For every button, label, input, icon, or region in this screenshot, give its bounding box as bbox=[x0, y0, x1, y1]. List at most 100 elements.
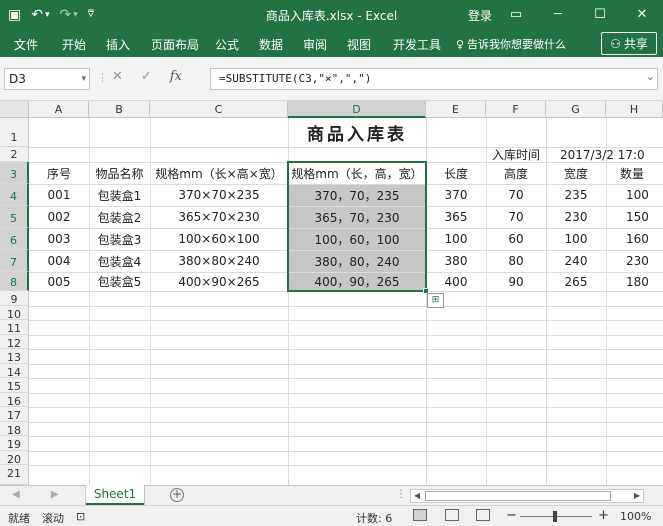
tab-home[interactable]: 开始 bbox=[62, 36, 86, 53]
sheet-tab-bar: ◀ ▶ Sheet1 + ⋮ ◀ ▶ bbox=[0, 485, 663, 505]
quick-analysis-icon[interactable]: ⊞ bbox=[427, 293, 444, 308]
column-header-e[interactable]: E bbox=[426, 101, 486, 118]
tab-splitter-icon[interactable]: ⋮ bbox=[396, 489, 406, 500]
undo-dropdown-icon[interactable]: ▾ bbox=[45, 6, 50, 24]
table-cell: 230 bbox=[564, 210, 588, 224]
ribbon-display-options-icon[interactable]: ▭ bbox=[495, 0, 537, 30]
minimize-icon[interactable]: ─ bbox=[537, 0, 579, 30]
tab-insert[interactable]: 插入 bbox=[106, 36, 130, 53]
row-header-7[interactable]: 7 bbox=[0, 250, 29, 272]
table-cell: 160 bbox=[626, 232, 649, 246]
share-label: 共享 bbox=[623, 37, 648, 51]
tab-page-layout[interactable]: 页面布局 bbox=[151, 36, 199, 53]
add-sheet-icon[interactable]: + bbox=[170, 488, 184, 502]
table-cell: 380×80×240 bbox=[178, 254, 260, 268]
undo-icon[interactable]: ↶ bbox=[31, 6, 43, 24]
redo-dropdown-icon[interactable]: ▾ bbox=[73, 6, 78, 24]
tell-me-box[interactable]: ♀ 告诉我你想要做什么 bbox=[456, 36, 566, 52]
customize-toolbar-icon[interactable]: ⩢ bbox=[88, 6, 94, 24]
chevron-left-icon[interactable]: ◀ bbox=[12, 489, 34, 500]
tab-review[interactable]: 审阅 bbox=[303, 36, 327, 53]
worksheet-grid[interactable]: A B C D E F G H 1 2 3 4 5 6 7 8 9 10 11 … bbox=[0, 101, 663, 485]
column-header-g[interactable]: G bbox=[546, 101, 606, 118]
tab-data[interactable]: 数据 bbox=[259, 36, 283, 53]
person-icon: ⚇ bbox=[610, 36, 621, 51]
table-cell: 365×70×230 bbox=[178, 210, 260, 224]
row-header-4[interactable]: 4 bbox=[0, 184, 29, 206]
row-header-5[interactable]: 5 bbox=[0, 206, 29, 228]
column-header-h[interactable]: H bbox=[606, 101, 663, 118]
page-break-view-icon[interactable] bbox=[476, 509, 490, 521]
row-header-12[interactable]: 12 bbox=[0, 335, 29, 350]
header-cell: 长度 bbox=[443, 166, 468, 181]
row-header-16[interactable]: 16 bbox=[0, 393, 29, 408]
save-icon[interactable]: ▣ bbox=[8, 6, 21, 24]
share-button[interactable]: ⚇ 共享 bbox=[601, 32, 657, 55]
page-layout-view-icon[interactable] bbox=[445, 509, 459, 521]
selection-border bbox=[287, 161, 427, 292]
select-all-corner[interactable] bbox=[0, 101, 29, 118]
scroll-left-icon[interactable]: ◀ bbox=[414, 490, 420, 502]
row-header-15[interactable]: 15 bbox=[0, 378, 29, 393]
formula-bar-menu-icon[interactable]: ⋮ bbox=[97, 71, 108, 84]
row-header-13[interactable]: 13 bbox=[0, 349, 29, 364]
row-header-9[interactable]: 9 bbox=[0, 291, 29, 306]
column-header-f[interactable]: F bbox=[486, 101, 546, 118]
header-cell: 宽度 bbox=[563, 166, 588, 181]
row-header-14[interactable]: 14 bbox=[0, 364, 29, 379]
maximize-icon[interactable]: ☐ bbox=[579, 0, 621, 30]
column-header-d[interactable]: D bbox=[288, 101, 426, 118]
tab-view[interactable]: 视图 bbox=[347, 36, 371, 53]
row-header-20[interactable]: 20 bbox=[0, 451, 29, 466]
column-header-a[interactable]: A bbox=[29, 101, 89, 118]
table-cell: 180 bbox=[626, 274, 649, 289]
tab-file[interactable]: 文件 bbox=[14, 36, 38, 53]
column-header-c[interactable]: C bbox=[150, 101, 288, 118]
formula-input[interactable]: =SUBSTITUTE(C3,"×",",") bbox=[210, 68, 658, 90]
scroll-thumb[interactable] bbox=[425, 491, 611, 501]
zoom-slider-thumb[interactable] bbox=[553, 511, 557, 522]
header-cell: 高度 bbox=[503, 166, 528, 181]
row-header-2[interactable]: 2 bbox=[0, 147, 29, 162]
scroll-right-icon[interactable]: ▶ bbox=[634, 490, 640, 502]
table-cell: 365 bbox=[444, 210, 468, 224]
redo-icon[interactable]: ↷ bbox=[60, 6, 72, 24]
cancel-icon[interactable]: ✕ bbox=[112, 69, 123, 84]
zoom-level[interactable]: 100% bbox=[620, 510, 651, 523]
table-cell: 370×70×235 bbox=[178, 188, 260, 202]
row-header-3[interactable]: 3 bbox=[0, 162, 29, 184]
row-header-17[interactable]: 17 bbox=[0, 407, 29, 422]
row-header-18[interactable]: 18 bbox=[0, 422, 29, 437]
formula-bar: D3 ▾ ⋮ ✕ ✓ fx =SUBSTITUTE(C3,"×",",") ⌄ bbox=[0, 57, 663, 101]
table-cell: 90 bbox=[508, 274, 524, 289]
close-icon[interactable]: ✕ bbox=[621, 0, 663, 30]
login-link[interactable]: 登录 bbox=[468, 7, 492, 24]
row-header-8[interactable]: 8 bbox=[0, 272, 29, 291]
zoom-in-icon[interactable]: + bbox=[598, 508, 609, 523]
row-header-1[interactable]: 1 bbox=[0, 118, 29, 147]
row-header-19[interactable]: 19 bbox=[0, 436, 29, 451]
table-cell: 002 bbox=[47, 210, 71, 224]
insert-function-icon[interactable]: fx bbox=[170, 69, 182, 84]
row-header-6[interactable]: 6 bbox=[0, 228, 29, 250]
enter-icon[interactable]: ✓ bbox=[141, 69, 152, 84]
normal-view-icon[interactable] bbox=[413, 509, 427, 521]
tab-formulas[interactable]: 公式 bbox=[215, 36, 239, 53]
table-cell: 100 bbox=[626, 188, 649, 202]
ribbon-tabs: 文件 开始 插入 页面布局 公式 数据 审阅 视图 开发工具 ♀ 告诉我你想要做… bbox=[0, 30, 663, 57]
sheet-tab-sheet1[interactable]: Sheet1 bbox=[86, 485, 144, 505]
horizontal-scrollbar[interactable]: ◀ ▶ bbox=[410, 489, 644, 503]
column-header-b[interactable]: B bbox=[89, 101, 150, 118]
zoom-out-icon[interactable]: − bbox=[506, 508, 517, 523]
macro-record-icon[interactable]: ⊡ bbox=[76, 510, 85, 523]
chevron-down-icon[interactable]: ▾ bbox=[81, 69, 86, 89]
chevron-right-icon[interactable]: ▶ bbox=[51, 489, 73, 500]
table-cell: 包装盒3 bbox=[97, 232, 142, 247]
name-box[interactable]: D3 ▾ bbox=[4, 68, 90, 90]
table-cell: 包装盒2 bbox=[97, 210, 142, 225]
expand-formula-bar-icon[interactable]: ⌄ bbox=[646, 70, 655, 83]
row-header-11[interactable]: 11 bbox=[0, 320, 29, 335]
row-header-10[interactable]: 10 bbox=[0, 306, 29, 321]
row-header-21[interactable]: 21 bbox=[0, 465, 29, 485]
tab-developer[interactable]: 开发工具 bbox=[393, 36, 441, 53]
